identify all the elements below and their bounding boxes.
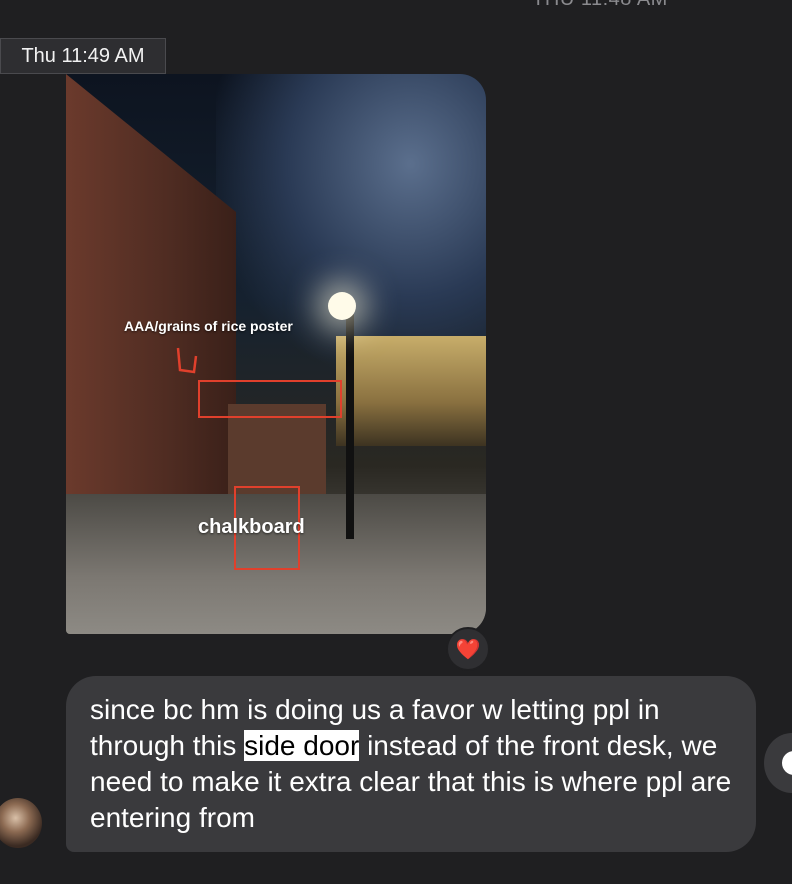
avatar[interactable] [0,798,42,848]
annotation-chalkboard-label: chalkboard [198,516,305,538]
annotation-poster-label: AAA/grains of rice poster [124,318,293,334]
heart-reaction[interactable]: ❤️ [446,627,490,671]
message-action-button[interactable] [764,733,792,793]
previous-message-timestamp: THU 11:48 AM [500,0,700,11]
annotation-poster-box [198,380,342,418]
message-highlight: side door [244,730,360,761]
emoji-icon [782,751,792,775]
heart-icon: ❤️ [455,638,481,661]
shared-photo[interactable]: AAA/grains of rice poster chalkboard [66,74,486,634]
message-bubble[interactable]: since bc hm is doing us a favor w lettin… [66,676,756,852]
timestamp-tooltip: Thu 11:49 AM [0,38,166,74]
message-text: since bc hm is doing us a favor w lettin… [90,692,732,836]
